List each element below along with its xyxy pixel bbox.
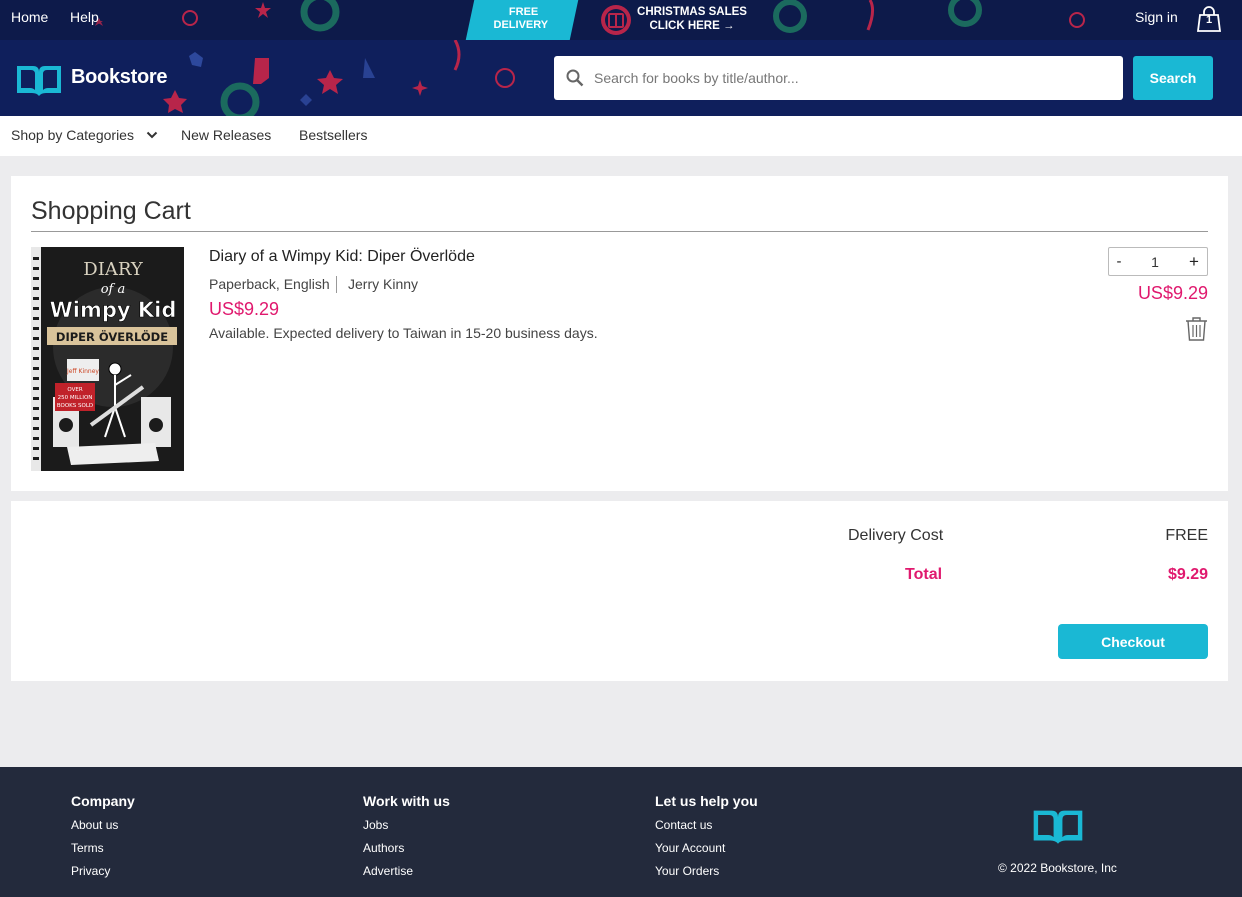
total-label: Total bbox=[905, 566, 943, 583]
book-format: Paperback, English bbox=[209, 276, 330, 292]
cover-badge-1: OVER bbox=[67, 387, 82, 393]
availability-text: Available. Expected delivery to Taiwan i… bbox=[209, 325, 598, 341]
total-value: $9.29 bbox=[1167, 566, 1208, 583]
footer-heading-company: Company bbox=[71, 793, 135, 809]
cover-title-2: of a bbox=[101, 282, 126, 297]
meta-separator bbox=[336, 276, 337, 293]
increase-quantity-button[interactable]: + bbox=[1185, 249, 1203, 274]
footer-link-jobs[interactable]: Jobs bbox=[363, 818, 388, 832]
cover-title-3: Wimpy Kid bbox=[50, 298, 177, 322]
footer-heading-work-with-us: Work with us bbox=[363, 793, 450, 809]
christmas-sales-banner[interactable]: CHRISTMAS SALES CLICK HERE → bbox=[632, 5, 752, 33]
footer-logo-icon bbox=[1033, 810, 1083, 844]
nav-new-releases[interactable]: New Releases bbox=[181, 127, 271, 143]
delivery-cost-label: Delivery Cost bbox=[848, 527, 944, 544]
order-summary-panel bbox=[11, 501, 1228, 681]
search-input[interactable] bbox=[588, 60, 1108, 96]
checkout-button[interactable]: Checkout bbox=[1058, 624, 1208, 659]
category-nav: Shop by Categories New Releases Bestsell… bbox=[0, 116, 1242, 156]
title-divider bbox=[31, 231, 1208, 232]
line-total-price: US$9.29 bbox=[1137, 283, 1208, 303]
book-title-link[interactable]: Diary of a Wimpy Kid: Diper Överlöde bbox=[209, 248, 475, 266]
free-delivery-line-2: DELIVERY bbox=[493, 19, 549, 31]
cover-title-4: DIPER ÖVERLÖDE bbox=[56, 329, 168, 344]
footer-link-about-us[interactable]: About us bbox=[71, 818, 118, 832]
footer-link-authors[interactable]: Authors bbox=[363, 841, 404, 855]
nav-bestsellers[interactable]: Bestsellers bbox=[299, 127, 367, 143]
book-promo-icon bbox=[601, 5, 631, 35]
decrease-quantity-button[interactable]: - bbox=[1110, 249, 1128, 274]
footer-link-terms[interactable]: Terms bbox=[71, 841, 104, 855]
search-button[interactable]: Search bbox=[1133, 56, 1213, 100]
brand-name[interactable]: Bookstore bbox=[71, 66, 168, 89]
cart-count-badge: 1 bbox=[1205, 14, 1213, 26]
free-delivery-banner[interactable]: FREE DELIVERY bbox=[465, 0, 579, 40]
christmas-sales-title: CHRISTMAS SALES bbox=[637, 6, 747, 18]
footer-link-your-account[interactable]: Your Account bbox=[655, 841, 725, 855]
cover-title-1: DIARY bbox=[83, 259, 144, 280]
book-cover-image[interactable]: DIARY of a Wimpy Kid DIPER ÖVERLÖDE Jeff… bbox=[31, 247, 184, 471]
bookstore-logo-icon[interactable] bbox=[15, 60, 63, 98]
book-price: US$9.29 bbox=[209, 299, 280, 319]
nav-shop-by-categories[interactable]: Shop by Categories bbox=[11, 127, 134, 143]
footer-link-your-orders[interactable]: Your Orders bbox=[655, 864, 719, 878]
sign-in-link[interactable]: Sign in bbox=[1135, 9, 1178, 25]
christmas-sales-cta: CLICK HERE → bbox=[649, 20, 735, 32]
trash-icon[interactable] bbox=[1185, 316, 1208, 341]
quantity-value[interactable]: 1 bbox=[1135, 254, 1175, 270]
page-title: Shopping Cart bbox=[31, 197, 191, 225]
footer-link-contact-us[interactable]: Contact us bbox=[655, 818, 712, 832]
cover-author: Jeff Kinney bbox=[66, 368, 99, 375]
cart-panel bbox=[11, 176, 1228, 491]
delivery-cost-value: FREE bbox=[1165, 527, 1208, 544]
home-link[interactable]: Home bbox=[11, 9, 48, 25]
copyright-text: © 2022 Bookstore, Inc bbox=[998, 861, 1117, 875]
footer-link-privacy[interactable]: Privacy bbox=[71, 864, 110, 878]
cover-badge-3: BOOKS SOLD bbox=[57, 403, 93, 409]
cover-badge-2: 250 MILLION bbox=[58, 395, 93, 401]
footer-heading-help: Let us help you bbox=[655, 793, 758, 809]
help-link[interactable]: Help bbox=[70, 9, 99, 25]
search-icon bbox=[566, 69, 584, 87]
chevron-down-icon[interactable] bbox=[146, 131, 158, 139]
book-author-link[interactable]: Jerry Kinny bbox=[348, 276, 418, 292]
free-delivery-line-1: FREE bbox=[508, 6, 539, 18]
footer-link-advertise[interactable]: Advertise bbox=[363, 864, 413, 878]
